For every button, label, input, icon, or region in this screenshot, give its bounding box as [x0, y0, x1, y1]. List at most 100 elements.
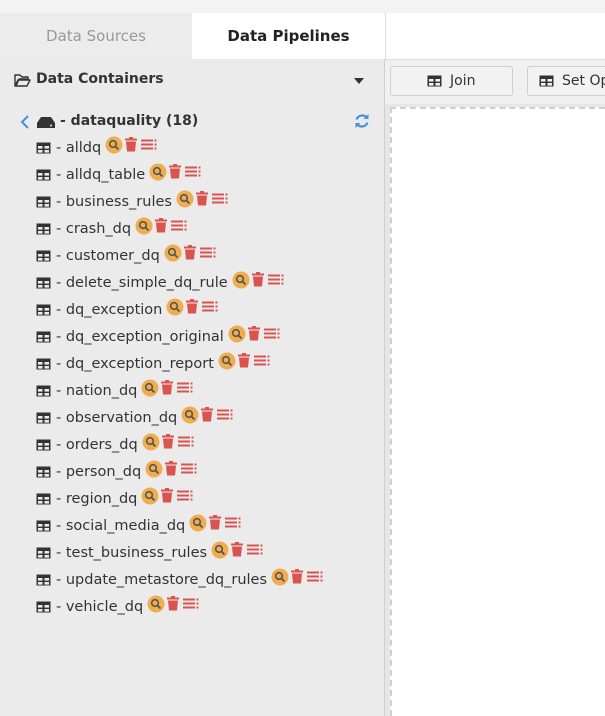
list-icon[interactable] [177, 436, 194, 447]
search-icon[interactable] [218, 352, 236, 370]
search-icon[interactable] [181, 406, 199, 424]
table-row[interactable]: - vehicle_dq [36, 593, 323, 620]
search-icon[interactable] [105, 136, 123, 154]
table-name[interactable]: - person_dq [56, 464, 141, 480]
container-group-dataquality[interactable]: - dataquality (18) [20, 113, 370, 133]
table-row[interactable]: - dq_exception_original [36, 323, 323, 350]
pipeline-canvas[interactable] [390, 107, 605, 716]
trash-icon[interactable] [161, 434, 174, 449]
search-icon[interactable] [211, 541, 229, 559]
table-row[interactable]: - crash_dq [36, 215, 323, 242]
table-row[interactable]: - customer_dq [36, 242, 323, 269]
table-name[interactable]: - crash_dq [56, 221, 131, 237]
refresh-icon[interactable] [354, 113, 370, 133]
list-icon[interactable] [177, 490, 193, 501]
table-row[interactable]: - observation_dq [36, 404, 323, 431]
caret-down-icon[interactable] [354, 78, 364, 84]
table-row[interactable]: - alldq_table [36, 161, 323, 188]
trash-icon[interactable] [161, 380, 174, 395]
join-button[interactable]: Join [390, 66, 513, 96]
list-icon[interactable] [263, 328, 280, 339]
list-icon[interactable] [225, 517, 241, 528]
list-icon[interactable] [177, 382, 193, 393]
table-row[interactable]: - dq_exception_report [36, 350, 323, 377]
list-icon[interactable] [253, 355, 270, 366]
list-icon[interactable] [307, 571, 323, 582]
list-icon[interactable] [211, 193, 228, 204]
trash-icon[interactable] [201, 407, 214, 422]
table-row[interactable]: - person_dq [36, 458, 323, 485]
search-icon[interactable] [141, 487, 159, 505]
trash-icon[interactable] [237, 353, 250, 368]
list-icon[interactable] [181, 463, 197, 474]
table-name[interactable]: - alldq [56, 140, 101, 156]
list-icon[interactable] [267, 274, 284, 285]
trash-icon[interactable] [183, 245, 196, 260]
table-row[interactable]: - business_rules [36, 188, 323, 215]
trash-icon[interactable] [291, 569, 304, 584]
search-icon[interactable] [141, 379, 159, 397]
list-icon[interactable] [141, 139, 157, 150]
set-op-button[interactable]: Set Op [527, 66, 605, 96]
table-name[interactable]: - observation_dq [56, 410, 177, 426]
search-icon[interactable] [271, 568, 289, 586]
table-name[interactable]: - customer_dq [56, 248, 160, 264]
table-name[interactable]: - dq_exception_original [56, 329, 224, 345]
table-row[interactable]: - alldq [36, 134, 323, 161]
table-name[interactable]: - nation_dq [56, 383, 137, 399]
table-name[interactable]: - region_dq [56, 491, 137, 507]
search-icon[interactable] [147, 595, 165, 613]
list-icon[interactable] [247, 544, 263, 555]
table-name[interactable]: - vehicle_dq [56, 599, 143, 615]
table-name[interactable]: - alldq_table [56, 167, 145, 183]
list-icon[interactable] [185, 166, 201, 177]
trash-icon[interactable] [125, 137, 138, 152]
table-name[interactable]: - social_media_dq [56, 518, 185, 534]
search-icon[interactable] [228, 325, 246, 343]
table-row[interactable]: - region_dq [36, 485, 323, 512]
table-name[interactable]: - orders_dq [56, 437, 138, 453]
table-row[interactable]: - nation_dq [36, 377, 323, 404]
search-icon[interactable] [142, 433, 160, 451]
list-icon[interactable] [199, 247, 216, 258]
trash-icon[interactable] [167, 596, 180, 611]
trash-icon[interactable] [186, 299, 199, 314]
list-icon[interactable] [217, 409, 233, 420]
trash-icon[interactable] [247, 326, 260, 341]
table-row[interactable]: - update_metastore_dq_rules [36, 566, 323, 593]
search-icon[interactable] [135, 217, 153, 235]
search-icon[interactable] [145, 460, 163, 478]
table-name[interactable]: - business_rules [56, 194, 172, 210]
trash-icon[interactable] [251, 272, 264, 287]
search-icon[interactable] [232, 271, 250, 289]
tab-data-pipelines[interactable]: Data Pipelines [192, 13, 385, 59]
list-icon[interactable] [202, 301, 218, 312]
table-name[interactable]: - dq_exception_report [56, 356, 214, 372]
tab-data-sources[interactable]: Data Sources [0, 13, 192, 59]
trash-icon[interactable] [155, 218, 168, 233]
table-row[interactable]: - delete_simple_dq_rule [36, 269, 323, 296]
table-row[interactable]: - orders_dq [36, 431, 323, 458]
table-name[interactable]: - update_metastore_dq_rules [56, 572, 267, 588]
table-row[interactable]: - dq_exception [36, 296, 323, 323]
trash-icon[interactable] [161, 488, 174, 503]
search-icon[interactable] [149, 163, 167, 181]
table-actions [189, 514, 241, 532]
chevron-left-icon[interactable] [20, 114, 30, 134]
search-icon[interactable] [166, 298, 184, 316]
trash-icon[interactable] [231, 542, 244, 557]
list-icon[interactable] [183, 598, 199, 609]
search-icon[interactable] [164, 244, 182, 262]
table-name[interactable]: - test_business_rules [56, 545, 207, 561]
list-icon[interactable] [171, 220, 187, 231]
trash-icon[interactable] [165, 461, 178, 476]
trash-icon[interactable] [209, 515, 222, 530]
search-icon[interactable] [189, 514, 207, 532]
table-name[interactable]: - dq_exception [56, 302, 162, 318]
table-row[interactable]: - social_media_dq [36, 512, 323, 539]
table-name[interactable]: - delete_simple_dq_rule [56, 275, 228, 291]
trash-icon[interactable] [169, 164, 182, 179]
search-icon[interactable] [176, 190, 194, 208]
trash-icon[interactable] [195, 191, 208, 206]
table-row[interactable]: - test_business_rules [36, 539, 323, 566]
